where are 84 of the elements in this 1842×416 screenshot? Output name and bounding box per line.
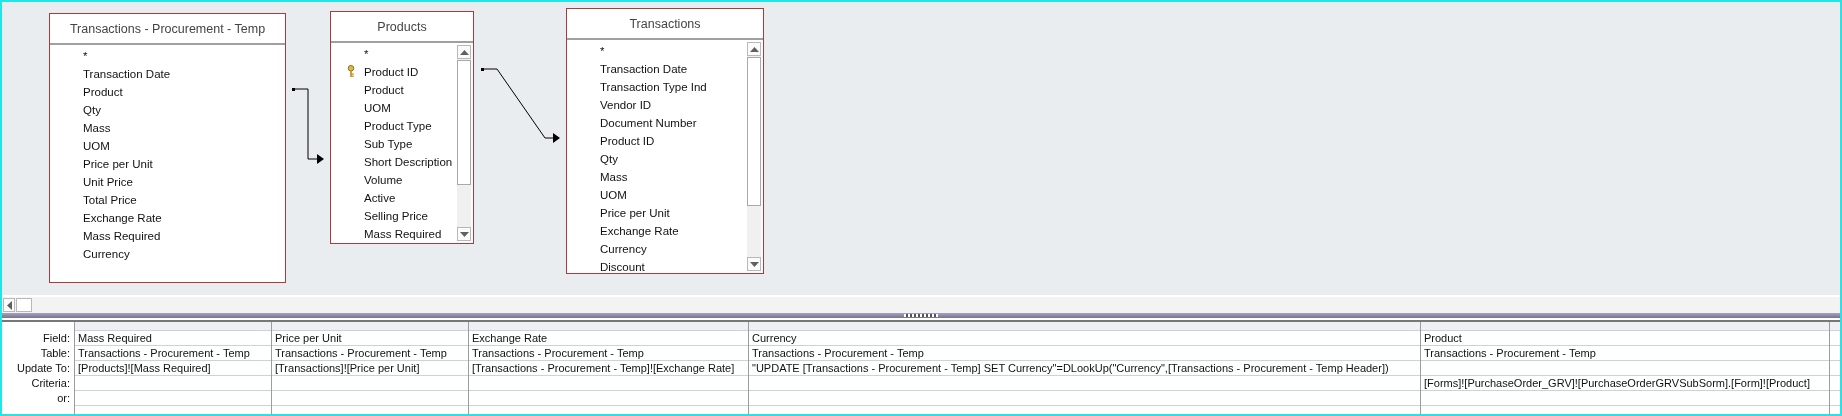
grid-cell[interactable]: Currency: [752, 332, 797, 344]
scroll-thumb[interactable]: [457, 60, 471, 185]
field-name[interactable]: Volume: [364, 174, 403, 186]
field-list-window[interactable]: Transactions * Transaction Date Transaction Type Ind Vendor ID Document Number Product ID Qty Mass UOM Price per Unit Exchange Rate Currency Discount: [566, 8, 764, 274]
field-name[interactable]: Qty: [83, 104, 101, 116]
grid-cell[interactable]: [Transactions]![Price per Unit]: [275, 362, 420, 374]
field-name[interactable]: Product: [83, 86, 123, 98]
row-label: or:: [57, 391, 70, 404]
field-name[interactable]: *: [83, 50, 88, 62]
scroll-up-button[interactable]: [457, 45, 471, 59]
grid-cell[interactable]: Exchange Rate: [472, 332, 548, 344]
table-title: Transactions: [629, 16, 701, 31]
grid-cell[interactable]: Transactions - Procurement - Temp: [275, 347, 447, 359]
row-label: Field:: [43, 331, 70, 344]
pane-splitter[interactable]: [2, 313, 1840, 320]
column-selector[interactable]: [469, 322, 748, 331]
field-name[interactable]: *: [364, 48, 369, 60]
horizontal-scrollbar[interactable]: [2, 295, 1840, 313]
field-name[interactable]: Transaction Type Ind: [600, 81, 707, 93]
column-selector[interactable]: [272, 322, 468, 331]
field-name[interactable]: Mass Required: [364, 228, 442, 240]
row-label: Update To:: [17, 361, 70, 374]
grid-cell[interactable]: Price per Unit: [275, 332, 342, 344]
grid-cell[interactable]: Transactions - Procurement - Temp: [472, 347, 644, 359]
grid-cell[interactable]: [Products]![Mass Required]: [78, 362, 211, 374]
field-name[interactable]: Mass: [600, 171, 628, 183]
scroll-left-button[interactable]: [3, 298, 15, 312]
field-name[interactable]: Product Type: [364, 120, 432, 132]
field-name[interactable]: UOM: [364, 102, 391, 114]
scroll-down-button[interactable]: [747, 257, 761, 271]
row-label: Criteria:: [31, 376, 70, 389]
down-triangle-icon: [459, 231, 469, 237]
scroll-thumb[interactable]: [16, 298, 32, 312]
field-name[interactable]: Transaction Date: [83, 68, 171, 80]
grid-cell[interactable]: Product: [1424, 332, 1462, 344]
grid-cell[interactable]: Transactions - Procurement - Temp: [1424, 347, 1596, 359]
table-title: Products: [377, 19, 427, 34]
field-list-window[interactable]: Products * Product ID Product UOM Product Type Sub Type Short Description Volume Active Selling Price Mass Required: [330, 11, 474, 244]
field-name[interactable]: Short Description: [364, 156, 453, 168]
row-label: Table:: [40, 346, 70, 359]
field-name[interactable]: Mass Required: [83, 230, 161, 242]
field-name[interactable]: Product: [364, 84, 404, 96]
field-name[interactable]: Product ID: [364, 66, 419, 78]
column-selector[interactable]: [75, 322, 271, 331]
field-name[interactable]: Mass: [83, 122, 111, 134]
field-list-window[interactable]: Transactions - Procurement - Temp * Transaction Date Product Qty Mass UOM Price per Unit Unit Price Total Price Exchange Rate Mass Required Currency: [49, 13, 286, 283]
field-name[interactable]: Price per Unit: [83, 158, 153, 170]
column-selector[interactable]: [1830, 322, 1840, 331]
scroll-thumb[interactable]: [747, 57, 761, 207]
vertical-scrollbar[interactable]: [747, 42, 761, 271]
field-name[interactable]: UOM: [83, 140, 110, 152]
field-name[interactable]: Product ID: [600, 135, 655, 147]
left-triangle-icon: [6, 300, 12, 310]
field-name[interactable]: *: [600, 45, 605, 57]
down-triangle-icon: [749, 261, 759, 267]
up-triangle-icon: [749, 46, 759, 52]
field-name[interactable]: Sub Type: [364, 138, 413, 150]
up-triangle-icon: [459, 49, 469, 55]
field-name[interactable]: Currency: [600, 243, 647, 255]
field-name[interactable]: Unit Price: [83, 176, 133, 188]
grid-cell[interactable]: [Forms]![PurchaseOrder_GRV]![PurchaseOrderGRVSubSorm].[Form]![Product]: [1424, 377, 1810, 389]
table-title: Transactions - Procurement - Temp: [69, 21, 266, 36]
field-name[interactable]: Currency: [83, 248, 130, 260]
field-name[interactable]: Vendor ID: [600, 99, 652, 111]
field-name[interactable]: Exchange Rate: [600, 225, 679, 237]
field-name[interactable]: Selling Price: [364, 210, 428, 222]
column-selector[interactable]: [1421, 322, 1829, 331]
grid-cell[interactable]: "UPDATE [Transactions - Procurement - Temp] SET Currency"=DLookUp("Currency",[Transactions - Procurement - Temp Header]): [752, 362, 1389, 374]
scroll-down-button[interactable]: [457, 227, 471, 241]
vertical-scrollbar[interactable]: [457, 45, 471, 241]
grid-cell[interactable]: Mass Required: [78, 332, 152, 344]
scroll-up-button[interactable]: [747, 42, 761, 56]
field-name[interactable]: Price per Unit: [600, 207, 670, 219]
field-name[interactable]: Transaction Date: [600, 63, 688, 75]
grid-cell[interactable]: Transactions - Procurement - Temp: [752, 347, 924, 359]
field-name[interactable]: Total Price: [83, 194, 137, 206]
field-name[interactable]: Qty: [600, 153, 618, 165]
field-name[interactable]: Active: [364, 192, 396, 204]
grid-cell[interactable]: Transactions - Procurement - Temp: [78, 347, 250, 359]
field-name[interactable]: Document Number: [600, 117, 697, 129]
grid-cell[interactable]: [Transactions - Procurement - Temp]![Exchange Rate]: [472, 362, 735, 374]
field-name[interactable]: Discount: [600, 261, 645, 273]
field-name[interactable]: Exchange Rate: [83, 212, 162, 224]
field-name[interactable]: UOM: [600, 189, 627, 201]
